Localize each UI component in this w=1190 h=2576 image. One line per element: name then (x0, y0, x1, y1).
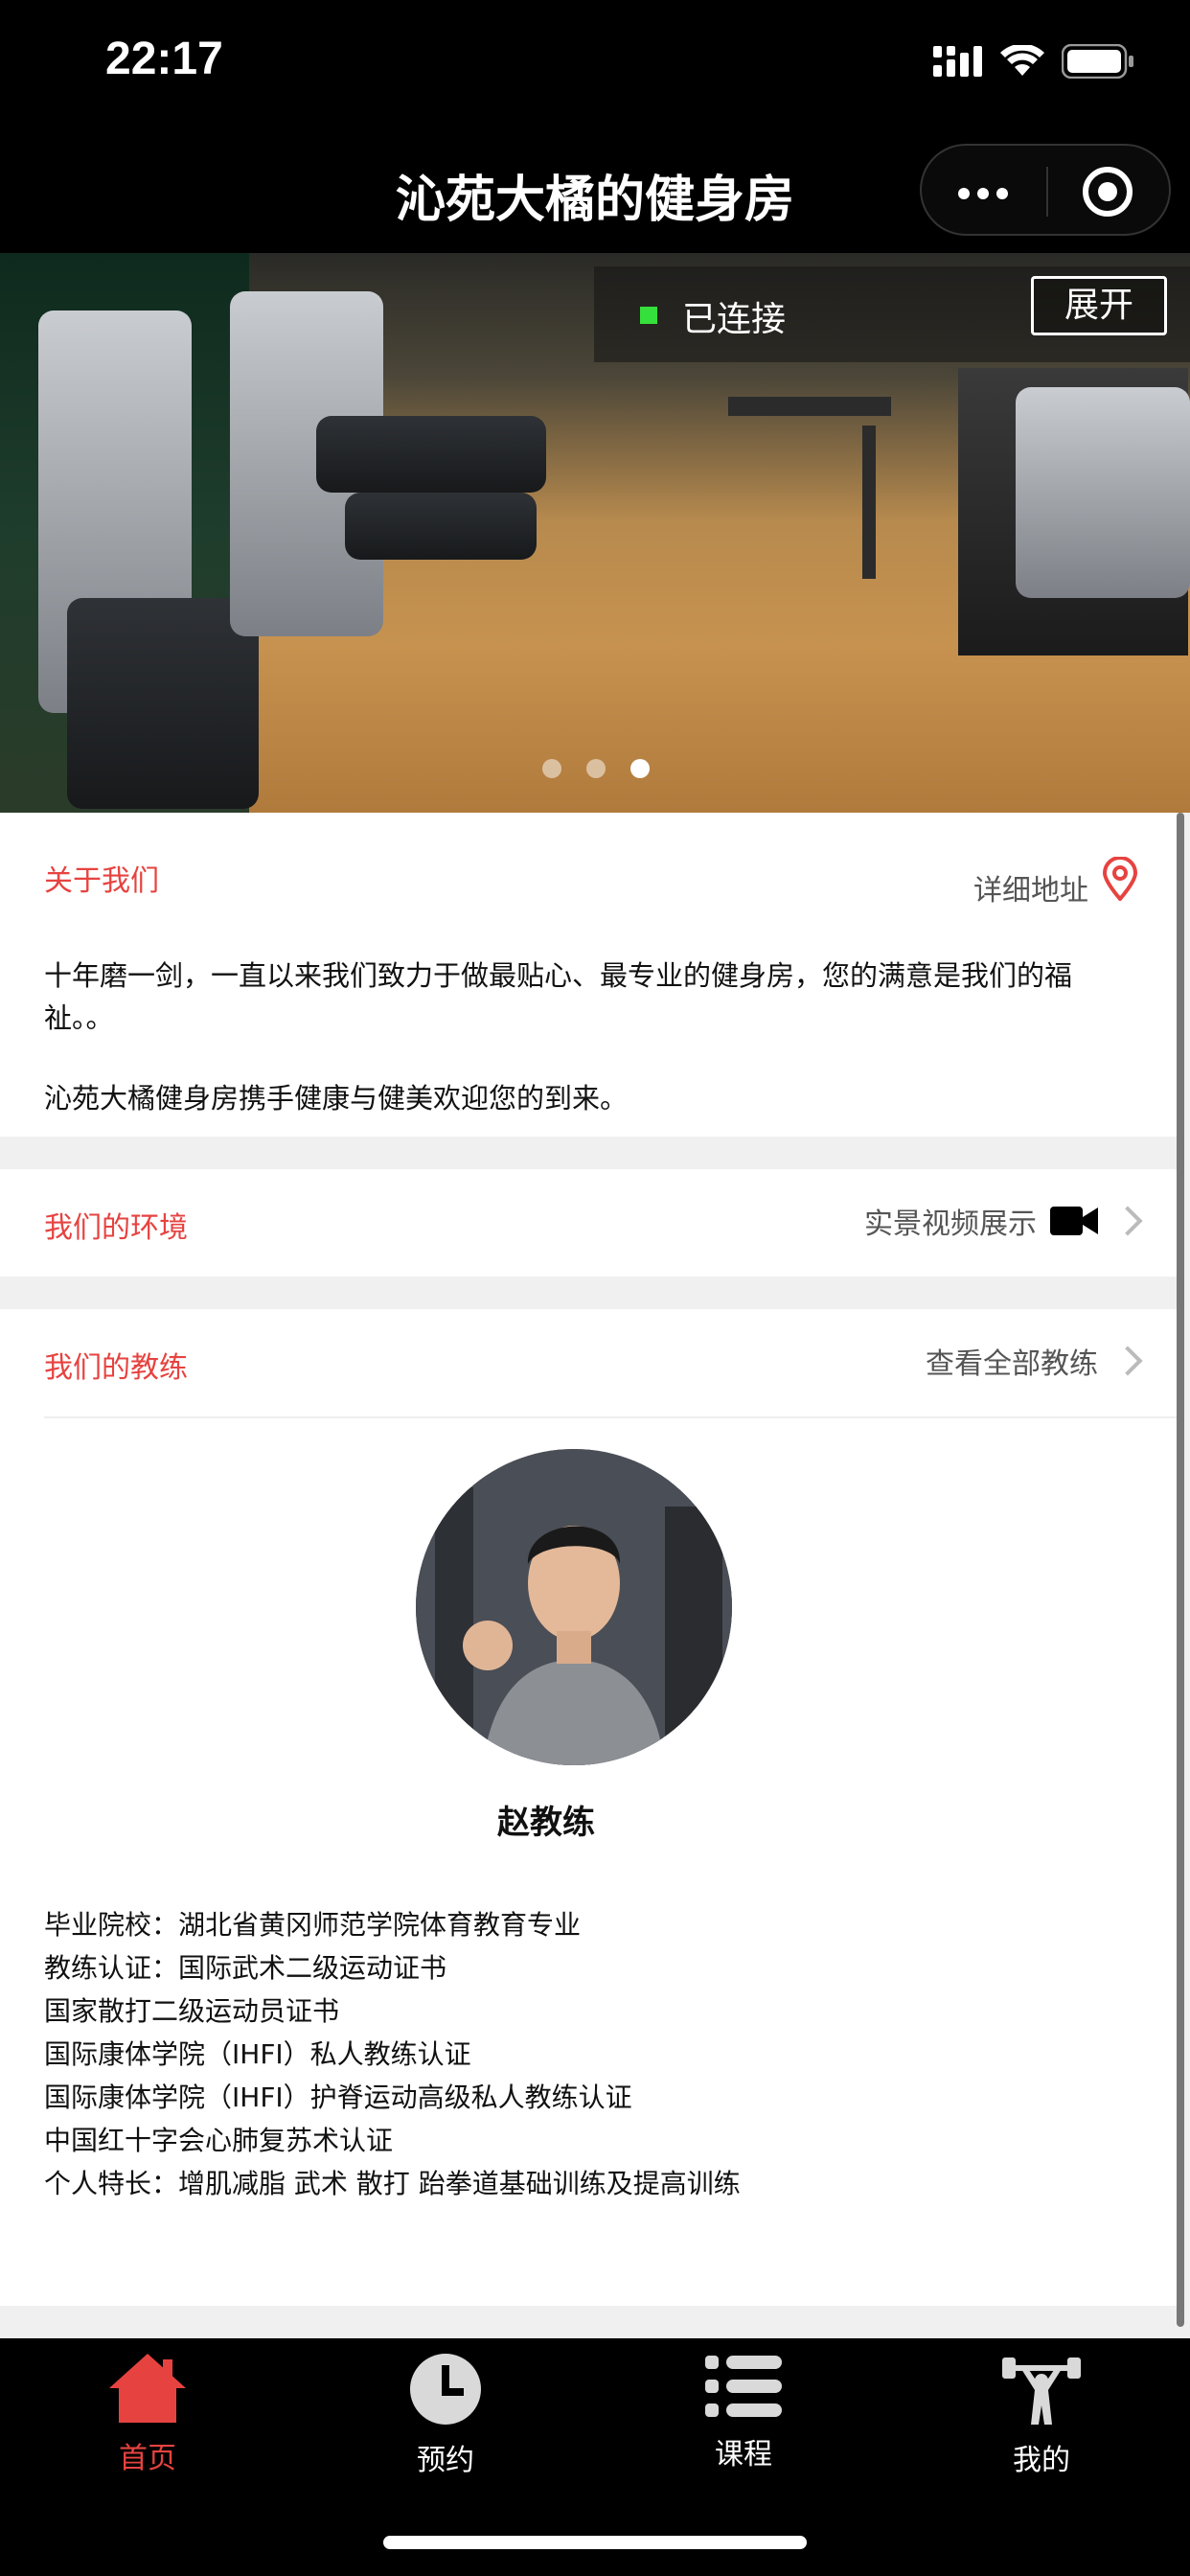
status-icons (933, 44, 1134, 79)
banner-machine (1016, 387, 1190, 598)
home-indicator[interactable] (383, 2536, 807, 2549)
coach-name: 赵教练 (497, 1804, 595, 1842)
capsule-divider (1046, 167, 1048, 217)
banner-machine (67, 598, 259, 809)
video-link-label: 实景视频展示 (864, 1208, 1037, 1241)
coach-bio-line: 国家散打二级运动员证书 (44, 1995, 340, 2027)
coach-bio-line: 国际康体学院（IHFI）护脊运动高级私人教练认证 (44, 2082, 632, 2113)
battery-icon (1062, 44, 1133, 79)
about-title: 关于我们 (44, 864, 159, 898)
video-camera-icon (1050, 1207, 1098, 1235)
section-divider (44, 1416, 1177, 1418)
pager-dot[interactable] (586, 759, 606, 778)
coach-photo (416, 1449, 732, 1765)
pager-dot-active[interactable] (630, 759, 650, 778)
signal-icon (933, 46, 982, 77)
wifi-icon (1000, 45, 1044, 76)
status-time: 22:17 (105, 34, 223, 84)
nav-bar: 沁苑大橘的健身房 (0, 134, 1190, 253)
status-bar: 22:17 (0, 0, 1190, 134)
clock-icon (410, 2354, 481, 2425)
connection-status: 已连接 (682, 300, 787, 339)
location-pin-icon (1102, 857, 1138, 901)
banner-rack (862, 426, 876, 579)
tab-home[interactable]: 首页 (52, 2352, 243, 2476)
coaches-card: 我们的教练 查看全部教练 赵教练 毕业院校：湖北省黄冈师范学院体育教育专业 教练… (0, 1309, 1177, 2306)
close-target-icon[interactable] (1083, 167, 1133, 217)
coach-bio-line: 个人特长：增肌减脂 武术 散打 跆拳道基础训练及提高训练 (44, 2168, 741, 2199)
chevron-right-icon (1112, 1206, 1143, 1236)
mini-program-capsule (920, 144, 1171, 236)
scrollbar[interactable] (1177, 813, 1184, 2327)
environment-title: 我们的环境 (44, 1211, 188, 1245)
about-card: 关于我们 详细地址 十年磨一剑，一直以来我们致力于做最贴心、最专业的健身房，您的… (0, 813, 1177, 1137)
expand-button[interactable]: 展开 (1031, 276, 1167, 335)
carousel-pager (542, 759, 650, 778)
view-all-coaches-link[interactable]: 查看全部教练 (926, 1340, 1143, 1382)
view-all-coaches-label: 查看全部教练 (926, 1347, 1098, 1381)
tab-label: 课程 (715, 2438, 772, 2472)
banner-rack (728, 397, 891, 416)
banner-machine (316, 416, 546, 493)
tab-label: 我的 (1013, 2444, 1070, 2477)
coaches-title: 我们的教练 (44, 1351, 188, 1385)
coach-bio-line: 教练认证：国际武术二级运动证书 (44, 1952, 447, 1984)
address-link[interactable]: 详细地址 (973, 849, 1138, 908)
coach-bio-line: 国际康体学院（IHFI）私人教练认证 (44, 2038, 471, 2070)
tab-profile[interactable]: 我的 (946, 2352, 1137, 2478)
banner-machine (345, 493, 537, 560)
coach-bio-line: 中国红十字会心肺复苏术认证 (44, 2125, 394, 2156)
environment-card[interactable]: 我们的环境 实景视频展示 (0, 1169, 1177, 1276)
tab-label: 预约 (417, 2444, 474, 2477)
coach-bio: 毕业院校：湖北省黄冈师范学院体育教育专业 教练认证：国际武术二级运动证书 国家散… (44, 1903, 741, 2205)
connection-panel: 已连接 展开 (594, 266, 1190, 362)
pager-dot[interactable] (542, 759, 561, 778)
more-icon[interactable] (958, 188, 1008, 199)
weightlifter-icon (1002, 2358, 1081, 2425)
coach-bio-line: 毕业院校：湖北省黄冈师范学院体育教育专业 (44, 1909, 582, 1941)
list-icon (705, 2356, 782, 2417)
address-link-label: 详细地址 (973, 874, 1088, 908)
about-paragraph: 十年磨一剑，一直以来我们致力于做最贴心、最专业的健身房，您的满意是我们的福祉。。 (44, 959, 1073, 1034)
chevron-right-icon (1112, 1346, 1143, 1376)
about-paragraph: 沁苑大橘健身房携手健康与健美欢迎您的到来。 (44, 1082, 629, 1115)
tab-courses[interactable]: 课程 (648, 2352, 839, 2472)
video-link[interactable]: 实景视频展示 (864, 1200, 1143, 1242)
connected-indicator-icon (640, 307, 657, 324)
tab-label: 首页 (119, 2442, 176, 2475)
gym-banner-carousel[interactable]: 已连接 展开 (0, 253, 1190, 813)
home-icon (109, 2354, 186, 2423)
coach-avatar[interactable] (416, 1449, 732, 1765)
tab-booking[interactable]: 预约 (350, 2352, 541, 2478)
